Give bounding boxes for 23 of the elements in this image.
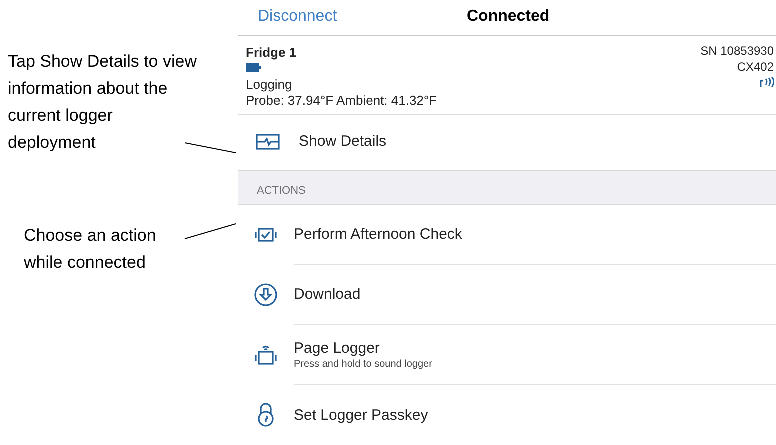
action-row[interactable]: Download — [294, 265, 776, 325]
action-row[interactable]: Perform Afternoon Check — [294, 205, 776, 265]
padlock-icon — [257, 403, 275, 427]
action-row[interactable]: Page Logger Press and hold to sound logger — [294, 325, 776, 385]
download-icon — [254, 283, 278, 307]
leader-line — [184, 224, 236, 240]
signal-icon — [760, 76, 774, 88]
annotation-text: Choose an action while connected — [24, 225, 158, 274]
nav-title: Connected — [467, 7, 550, 28]
pulse-icon — [256, 134, 280, 150]
model-number: CX402 — [737, 58, 774, 75]
serial-number: SN 10853930 — [700, 42, 774, 59]
vibrating-device-icon — [254, 344, 278, 366]
device-name: Fridge 1 — [246, 44, 297, 62]
disconnect-button[interactable]: Disconnect — [258, 5, 338, 30]
action-row[interactable]: Set Logger Passkey — [294, 385, 776, 445]
battery-icon — [246, 63, 261, 72]
annotation-text: Tap Show Details to view information about the current logger deployment — [8, 51, 198, 154]
checkbox-icon — [254, 227, 278, 243]
status-text: Logging — [246, 77, 292, 94]
leader-line — [184, 142, 236, 154]
section-header: ACTIONS — [257, 184, 306, 198]
readings-text: Probe: 37.94°F Ambient: 41.32°F — [246, 93, 438, 110]
